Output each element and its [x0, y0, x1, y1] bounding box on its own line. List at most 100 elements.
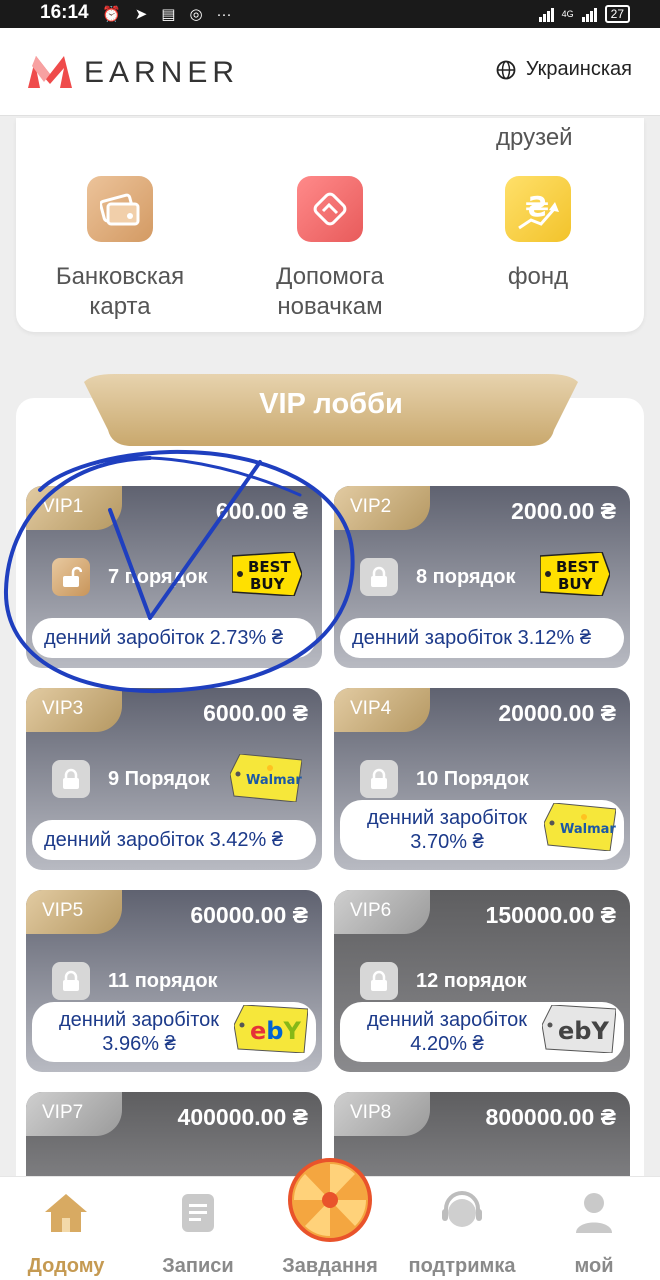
- daily-earning-box: денний заробіток 3.70% ₴ Walmart: [340, 800, 624, 860]
- app-header: EARNER Украинская: [0, 28, 660, 116]
- nav-profile[interactable]: мой: [534, 1189, 654, 1278]
- vip-level-tag: VIP2: [334, 486, 430, 530]
- telegram-icon: ➤: [134, 6, 148, 23]
- lock-icon: [52, 962, 90, 1000]
- services-partial-label: друзей: [496, 124, 573, 151]
- service-label: фонд: [507, 263, 569, 290]
- nav-label: Додому: [27, 1255, 105, 1277]
- vip-order-count: 7 порядок: [108, 566, 208, 588]
- lobby-title: VIP лобби: [259, 388, 403, 420]
- vip-level-tag: VIP1: [26, 486, 122, 530]
- vip-order-count: 8 порядок: [416, 566, 516, 588]
- vip-level-tag: VIP7: [26, 1092, 122, 1136]
- signal-icon: [538, 6, 554, 22]
- alarm-icon: ⏰: [102, 6, 121, 23]
- instagram-icon: ◎: [189, 6, 203, 23]
- brand-name: EARNER: [84, 56, 240, 89]
- vip-card-5[interactable]: VIP5 60000.00 ₴ 11 порядок денний заробі…: [26, 890, 322, 1072]
- vip-order-count: 11 порядок: [108, 970, 218, 992]
- vip-price: 150000.00 ₴: [485, 902, 616, 928]
- message-icon: ▤: [161, 6, 176, 23]
- lock-icon: [360, 558, 398, 596]
- service-label: Банковская карта: [55, 263, 185, 320]
- hryvnia-growth-icon: ₴: [505, 176, 571, 242]
- home-icon: [42, 1189, 90, 1237]
- lock-icon: [52, 760, 90, 798]
- daily-earning-box: денний заробіток 3.96% ₴ ebY: [32, 1002, 316, 1062]
- wheel-icon[interactable]: [288, 1158, 372, 1242]
- service-fund[interactable]: ₴ фонд: [438, 176, 638, 292]
- vip-order-count: 10 Порядок: [416, 768, 529, 790]
- daily-earning: денний заробіток 3.70% ₴: [366, 807, 528, 853]
- vip-card-4[interactable]: VIP4 20000.00 ₴ 10 Порядок денний заробі…: [334, 688, 630, 870]
- nav-records[interactable]: Записи: [138, 1189, 258, 1278]
- service-newbie-help[interactable]: Допомога новачкам: [230, 176, 430, 322]
- bestbuy-logo-icon: BEST BUY: [539, 551, 611, 601]
- vip-order-count: 12 порядок: [416, 970, 527, 992]
- lock-icon: [360, 760, 398, 798]
- svg-text:ebY: ebY: [250, 1017, 301, 1045]
- daily-earning: денний заробіток 2.73% ₴: [32, 618, 316, 658]
- lock-icon: [360, 962, 398, 1000]
- walmart-logo-icon: Walmart: [543, 802, 622, 857]
- profile-icon: [570, 1189, 618, 1237]
- daily-earning: денний заробіток 4.20% ₴: [366, 1009, 528, 1055]
- vip-card-3[interactable]: VIP3 6000.00 ₴ 9 Порядок Walmart денний …: [26, 688, 322, 870]
- unlocked-icon: [52, 558, 90, 596]
- walmart-logo-icon: Walmart: [229, 753, 308, 807]
- daily-earning: денний заробіток 3.42% ₴: [32, 820, 316, 860]
- service-bank-card[interactable]: Банковская карта: [20, 176, 220, 322]
- ebay-logo-icon: ebY: [541, 1004, 617, 1059]
- daily-earning: денний заробіток 3.12% ₴: [340, 618, 624, 658]
- status-bar: 16:14 ⏰ ➤ ▤ ◎ ··· 4G 27: [0, 0, 660, 28]
- nav-home[interactable]: Додому: [6, 1189, 126, 1278]
- vip-order-count: 9 Порядок: [108, 768, 210, 790]
- signal-icon-2: [581, 6, 597, 22]
- vip-level-tag: VIP3: [26, 688, 122, 732]
- bank-card-icon: [87, 176, 153, 242]
- svg-text:Walmart: Walmart: [246, 773, 302, 788]
- vip-card-1[interactable]: VIP1 600.00 ₴ 7 порядок BEST BUY денний з…: [26, 486, 322, 668]
- nav-label: мой: [574, 1255, 614, 1277]
- svg-text:BUY: BUY: [250, 575, 286, 593]
- svg-text:BEST: BEST: [556, 558, 599, 576]
- vip-price: 6000.00 ₴: [203, 700, 308, 726]
- vip-level-tag: VIP6: [334, 890, 430, 934]
- vip-level-tag: VIP8: [334, 1092, 430, 1136]
- network-type: 4G: [561, 9, 574, 19]
- language-selector[interactable]: Украинская: [496, 58, 632, 81]
- daily-earning: денний заробіток 3.96% ₴: [58, 1009, 220, 1055]
- vip-level-tag: VIP5: [26, 890, 122, 934]
- svg-text:ebY: ebY: [558, 1017, 609, 1045]
- vip-price: 20000.00 ₴: [498, 700, 616, 726]
- vip-price: 800000.00 ₴: [485, 1104, 616, 1130]
- globe-icon: [496, 60, 516, 79]
- vip-card-2[interactable]: VIP2 2000.00 ₴ 8 порядок BEST BUY денний …: [334, 486, 630, 668]
- svg-text:Walmart: Walmart: [560, 822, 616, 837]
- vip-price: 600.00 ₴: [215, 498, 308, 524]
- support-icon: [438, 1189, 486, 1237]
- nav-label: подтримка: [408, 1255, 516, 1277]
- battery-indicator: 27: [604, 5, 630, 23]
- nav-label: Записи: [162, 1255, 234, 1277]
- language-label: Украинская: [525, 58, 632, 80]
- vip-price: 2000.00 ₴: [511, 498, 616, 524]
- vip-level-tag: VIP4: [334, 688, 430, 732]
- svg-text:BUY: BUY: [558, 575, 594, 593]
- more-notifications: ···: [216, 5, 232, 23]
- daily-earning-box: денний заробіток 4.20% ₴ ebY: [340, 1002, 624, 1062]
- svg-text:BEST: BEST: [248, 558, 291, 576]
- vip-price: 60000.00 ₴: [190, 902, 308, 928]
- services-card: друзей Банковская карта Допомога новачка…: [16, 118, 644, 332]
- nav-label: Завдання: [282, 1255, 378, 1277]
- vip-price: 400000.00 ₴: [177, 1104, 308, 1130]
- ebay-logo-icon: ebY: [233, 1004, 309, 1059]
- earner-logo-icon: [28, 52, 72, 97]
- vip-card-6[interactable]: VIP6 150000.00 ₴ 12 порядок денний зароб…: [334, 890, 630, 1072]
- bestbuy-logo-icon: BEST BUY: [231, 551, 303, 601]
- records-icon: [174, 1189, 222, 1237]
- status-time: 16:14: [40, 2, 89, 23]
- nav-support[interactable]: подтримка: [402, 1189, 522, 1278]
- handshake-icon: [297, 176, 363, 242]
- service-label: Допомога новачкам: [276, 263, 384, 320]
